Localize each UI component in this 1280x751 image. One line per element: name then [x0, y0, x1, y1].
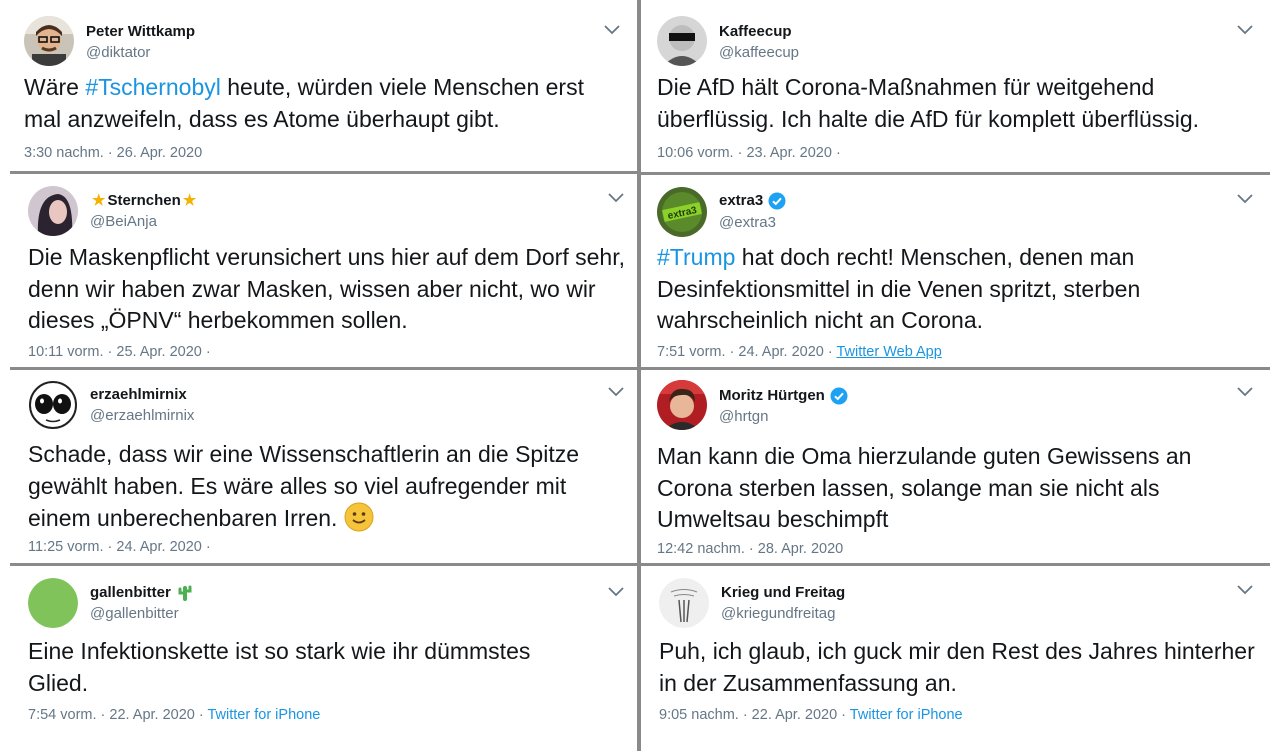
chevron-down-icon[interactable] [606, 584, 626, 600]
tweet-timestamp[interactable]: 9:05 nachm. · 22. Apr. 2020 · [659, 707, 846, 723]
display-name[interactable]: gallenbitter [90, 584, 194, 602]
tweet-timestamp[interactable]: 12:42 nachm. · 28. Apr. 2020 [657, 540, 843, 558]
user-handle[interactable]: @extra3 [719, 214, 776, 232]
tweet-text: Eine Infektionskette ist so stark wie ih… [28, 638, 531, 696]
avatar[interactable] [28, 578, 78, 628]
smiley-emoji-icon [344, 502, 374, 532]
chevron-down-icon[interactable] [606, 190, 626, 206]
user-handle[interactable]: @BeiAnja [90, 213, 157, 231]
avatar[interactable] [659, 578, 709, 628]
display-name[interactable]: extra3 [719, 192, 786, 210]
display-name[interactable]: Krieg und Freitag [721, 584, 845, 602]
tweet-card[interactable]: erzaehlmirnix @erzaehlmirnix Schade, das… [0, 370, 637, 563]
tweet-card[interactable]: Peter Wittkamp @diktator Wäre #Tschernob… [0, 0, 637, 171]
tweet-timestamp[interactable]: 10:11 vorm. · 25. Apr. 2020 · [28, 343, 211, 361]
display-name[interactable]: ★ Sternchen ★ [90, 192, 198, 210]
avatar[interactable] [28, 380, 78, 430]
tweet-timestamp[interactable]: 11:25 vorm. · 24. Apr. 2020 · [28, 538, 211, 556]
user-handle[interactable]: @kaffeecup [719, 44, 799, 62]
hashtag-link[interactable]: #Tschernobyl [85, 74, 221, 100]
tweet-card[interactable]: Kaffeecup @kaffeecup Die AfD hält Corona… [641, 0, 1280, 172]
tweet-meta: 7:54 vorm. · 22. Apr. 2020 · Twitter for… [28, 706, 320, 724]
tweet-card[interactable]: extra3 extra3 @extra3 #Trump hat doch re… [641, 175, 1280, 367]
tweet-card[interactable]: Moritz Hürtgen @hrtgn Man kann die Oma h… [641, 370, 1280, 563]
display-name[interactable]: Peter Wittkamp [86, 23, 195, 41]
user-handle[interactable]: @kriegundfreitag [721, 605, 835, 623]
chevron-down-icon[interactable] [1235, 191, 1255, 207]
tweet-card[interactable]: ★ Sternchen ★ @BeiAnja Die Maskenpflicht v… [0, 174, 637, 367]
verified-badge-icon [830, 387, 848, 405]
tweet-text: Man kann die Oma hierzulande guten Gewis… [657, 443, 1192, 532]
tweet-card[interactable]: gallenbitter @gallenbitter Eine Infektio… [0, 566, 637, 751]
display-name[interactable]: Kaffeecup [719, 23, 792, 41]
user-handle[interactable]: @diktator [86, 44, 150, 62]
user-handle[interactable]: @hrtgn [719, 408, 768, 426]
tweet-text: Die AfD hält Corona-Maßnahmen für weitge… [657, 74, 1200, 132]
tweet-text: Wäre #Tschernobyl heute, würden viele Me… [24, 74, 584, 132]
user-handle[interactable]: @erzaehlmirnix [90, 407, 194, 425]
tweet-source-link[interactable]: Twitter for iPhone [850, 707, 963, 723]
chevron-down-icon[interactable] [606, 384, 626, 400]
star-icon: ★ [92, 192, 106, 209]
tweet-text: Puh, ich glaub, ich guck mir den Rest de… [659, 638, 1255, 696]
tweet-source-link[interactable]: Twitter for iPhone [208, 707, 321, 723]
tweet-timestamp[interactable]: 7:51 vorm. · 24. Apr. 2020 · [657, 344, 833, 360]
star-icon: ★ [182, 192, 197, 209]
chevron-down-icon[interactable] [1235, 384, 1255, 400]
avatar[interactable]: extra3 [657, 187, 707, 237]
cactus-emoji-icon [178, 585, 192, 601]
tweet-timestamp[interactable]: 3:30 nachm. · 26. Apr. 2020 [24, 144, 202, 162]
hashtag-link[interactable]: #Trump [657, 244, 735, 270]
chevron-down-icon[interactable] [1235, 582, 1255, 598]
tweet-text: #Trump hat doch recht! Menschen, denen m… [657, 244, 1141, 333]
tweet-timestamp[interactable]: 7:54 vorm. · 22. Apr. 2020 · [28, 707, 204, 723]
tweet-text: Schade, dass wir eine Wissenschaftlerin … [28, 441, 580, 532]
tweet-meta: 9:05 nachm. · 22. Apr. 2020 · Twitter fo… [659, 706, 963, 724]
avatar[interactable] [657, 380, 707, 430]
tweet-card[interactable]: Krieg und Freitag @kriegundfreitag Puh, … [641, 566, 1280, 751]
tweet-text: Die Maskenpflicht verunsichert uns hier … [28, 244, 625, 333]
avatar[interactable] [24, 16, 74, 66]
user-handle[interactable]: @gallenbitter [90, 605, 179, 623]
chevron-down-icon[interactable] [602, 22, 622, 38]
display-name[interactable]: Moritz Hürtgen [719, 387, 848, 405]
verified-badge-icon [768, 192, 786, 210]
tweet-meta: 7:51 vorm. · 24. Apr. 2020 · Twitter Web… [657, 343, 942, 361]
display-name[interactable]: erzaehlmirnix [90, 386, 187, 404]
chevron-down-icon[interactable] [1235, 22, 1255, 38]
tweet-source-link[interactable]: Twitter Web App [837, 344, 942, 360]
tweet-timestamp[interactable]: 10:06 vorm. · 23. Apr. 2020 · [657, 144, 841, 162]
avatar[interactable] [657, 16, 707, 66]
avatar[interactable] [28, 186, 78, 236]
